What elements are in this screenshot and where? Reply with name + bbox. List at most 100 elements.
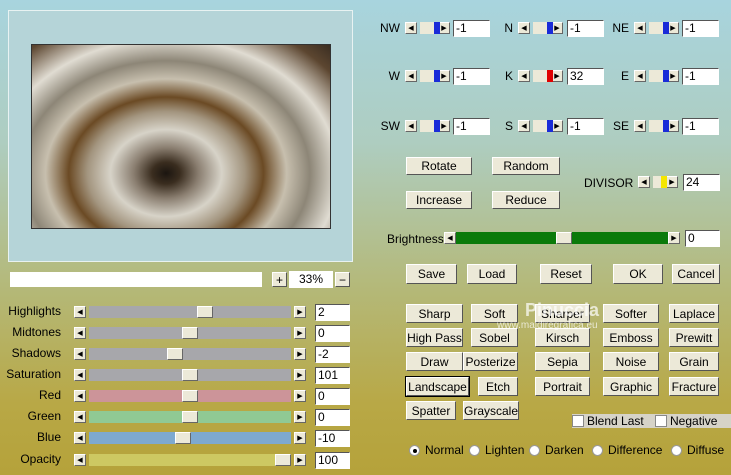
matrix-slider-w[interactable]: ◀ ▶	[405, 69, 450, 83]
preset-noise[interactable]: Noise	[603, 352, 659, 371]
slider-midtones[interactable]: ◀ ▶	[74, 326, 306, 340]
slider-shadows[interactable]: ◀ ▶	[74, 347, 306, 361]
slider-track[interactable]	[89, 327, 291, 339]
slider-opacity[interactable]: ◀ ▶	[74, 453, 306, 467]
matrix-value-w[interactable]: -1	[453, 68, 490, 85]
slider-track[interactable]	[89, 306, 291, 318]
right-arrow-icon[interactable]: ▶	[294, 411, 306, 423]
rotate-button[interactable]: Rotate	[406, 157, 472, 175]
value-highlights[interactable]: 2	[315, 304, 350, 321]
slider-thumb[interactable]	[174, 432, 191, 444]
slider-highlights[interactable]: ◀ ▶	[74, 305, 306, 319]
brightness-slider[interactable]: ◀ ▶	[444, 231, 680, 245]
radio-dot-icon[interactable]	[409, 444, 420, 456]
left-arrow-icon[interactable]: ◀	[74, 432, 86, 444]
preset-grain[interactable]: Grain	[669, 352, 719, 371]
slider-track[interactable]	[649, 22, 669, 34]
left-arrow-icon[interactable]: ◀	[518, 120, 530, 132]
preset-sepia[interactable]: Sepia	[535, 352, 590, 371]
reduce-button[interactable]: Reduce	[492, 191, 560, 209]
increase-button[interactable]: Increase	[406, 191, 472, 209]
value-saturation[interactable]: 101	[315, 367, 350, 384]
save-button[interactable]: Save	[406, 264, 457, 284]
random-button[interactable]: Random	[492, 157, 560, 175]
divisor-value[interactable]: 24	[683, 174, 720, 191]
left-arrow-icon[interactable]: ◀	[518, 70, 530, 82]
slider-track[interactable]	[649, 120, 669, 132]
radio-dot-icon[interactable]	[671, 444, 682, 456]
cancel-button[interactable]: Cancel	[672, 264, 720, 284]
value-red[interactable]: 0	[315, 388, 350, 405]
left-arrow-icon[interactable]: ◀	[444, 232, 456, 244]
slider-thumb[interactable]	[547, 22, 553, 34]
zoom-in-button[interactable]: +	[272, 272, 287, 287]
value-shadows[interactable]: -2	[315, 346, 350, 363]
left-arrow-icon[interactable]: ◀	[638, 176, 650, 188]
left-arrow-icon[interactable]: ◀	[634, 22, 646, 34]
load-button[interactable]: Load	[467, 264, 517, 284]
preset-softer[interactable]: Softer	[603, 304, 659, 323]
brightness-value[interactable]: 0	[685, 230, 720, 247]
preset-landscape[interactable]: Landscape	[405, 376, 470, 397]
slider-track[interactable]	[89, 390, 291, 402]
left-arrow-icon[interactable]: ◀	[74, 327, 86, 339]
slider-thumb[interactable]	[275, 454, 291, 466]
left-arrow-icon[interactable]: ◀	[74, 306, 86, 318]
radio-dot-icon[interactable]	[469, 444, 480, 456]
slider-thumb[interactable]	[182, 411, 198, 423]
matrix-slider-sw[interactable]: ◀ ▶	[405, 119, 450, 133]
slider-track[interactable]	[533, 120, 553, 132]
slider-thumb[interactable]	[182, 327, 198, 339]
slider-track[interactable]	[89, 432, 291, 444]
right-arrow-icon[interactable]: ▶	[294, 306, 306, 318]
preset-spatter[interactable]: Spatter	[406, 401, 456, 420]
matrix-slider-ne[interactable]: ◀ ▶	[634, 21, 679, 35]
matrix-slider-n[interactable]: ◀ ▶	[518, 21, 563, 35]
negative-checkbox[interactable]: Negative	[655, 414, 731, 428]
left-arrow-icon[interactable]: ◀	[405, 70, 417, 82]
right-arrow-icon[interactable]: ▶	[666, 176, 678, 188]
slider-track[interactable]	[420, 22, 440, 34]
preset-laplace[interactable]: Laplace	[669, 304, 719, 323]
radio-normal[interactable]: Normal	[409, 443, 464, 457]
slider-thumb[interactable]	[196, 306, 213, 318]
blend-last-checkbox[interactable]: Blend Last	[572, 414, 667, 428]
radio-diffuse[interactable]: Diffuse	[671, 443, 724, 457]
preset-etch[interactable]: Etch	[478, 377, 518, 396]
radio-dot-icon[interactable]	[592, 444, 603, 456]
matrix-slider-k[interactable]: ◀ ▶	[518, 69, 563, 83]
slider-track[interactable]	[420, 70, 440, 82]
matrix-value-s[interactable]: -1	[567, 118, 604, 135]
slider-track[interactable]	[420, 120, 440, 132]
slider-thumb[interactable]	[663, 22, 669, 34]
right-arrow-icon[interactable]: ▶	[294, 327, 306, 339]
left-arrow-icon[interactable]: ◀	[74, 411, 86, 423]
preset-draw[interactable]: Draw	[406, 352, 463, 371]
slider-track[interactable]	[649, 70, 669, 82]
matrix-slider-nw[interactable]: ◀ ▶	[405, 21, 450, 35]
matrix-value-n[interactable]: -1	[567, 20, 604, 37]
matrix-slider-s[interactable]: ◀ ▶	[518, 119, 563, 133]
preset-portrait[interactable]: Portrait	[535, 377, 590, 396]
matrix-value-k[interactable]: 32	[567, 68, 604, 85]
slider-thumb[interactable]	[182, 369, 198, 381]
slider-thumb[interactable]	[434, 120, 440, 132]
slider-track[interactable]	[89, 454, 291, 466]
right-arrow-icon[interactable]: ▶	[294, 390, 306, 402]
radio-darken[interactable]: Darken	[529, 443, 584, 457]
left-arrow-icon[interactable]: ◀	[74, 454, 86, 466]
left-arrow-icon[interactable]: ◀	[74, 369, 86, 381]
slider-green[interactable]: ◀ ▶	[74, 410, 306, 424]
radio-difference[interactable]: Difference	[592, 443, 662, 457]
matrix-value-sw[interactable]: -1	[453, 118, 490, 135]
ok-button[interactable]: OK	[613, 264, 663, 284]
slider-track[interactable]	[89, 369, 291, 381]
preset-fracture[interactable]: Fracture	[669, 377, 719, 396]
preset-emboss[interactable]: Emboss	[603, 328, 659, 347]
slider-thumb[interactable]	[182, 390, 198, 402]
left-arrow-icon[interactable]: ◀	[74, 348, 86, 360]
preset-high-pass[interactable]: High Pass	[406, 328, 463, 347]
slider-saturation[interactable]: ◀ ▶	[74, 368, 306, 382]
value-opacity[interactable]: 100	[315, 452, 350, 469]
left-arrow-icon[interactable]: ◀	[74, 390, 86, 402]
